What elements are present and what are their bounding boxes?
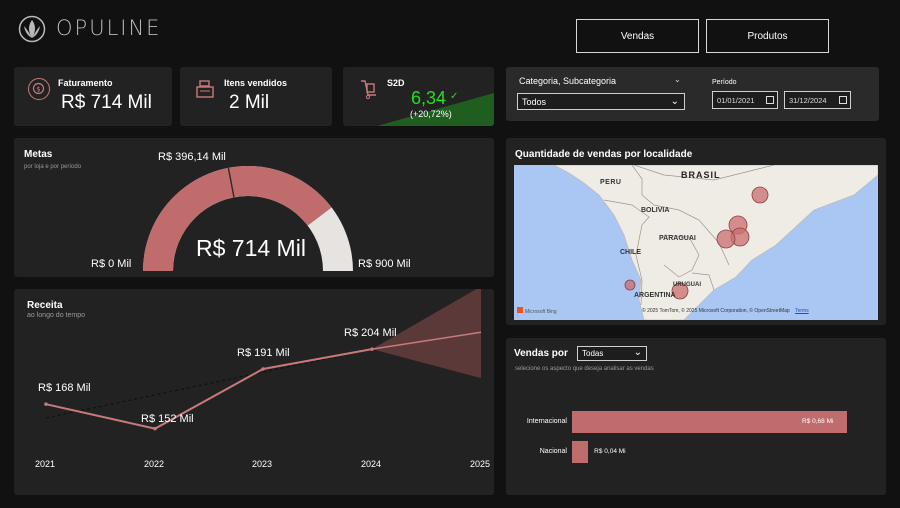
itens-vendidos-card: Itens vendidos 2 Mil	[180, 67, 332, 126]
s2d-title: S2D	[387, 78, 405, 88]
money-icon: $	[28, 78, 50, 100]
s2d-value: 6,34	[411, 88, 447, 108]
bar-value-label: R$ 0,04 Mi	[594, 448, 626, 455]
mapa-card: Quantidade de vendas por localidade PERU…	[506, 138, 886, 325]
x-tick-label: 2021	[35, 459, 56, 469]
vendas-por-title: Vendas por	[514, 348, 568, 359]
calendar-icon[interactable]	[839, 96, 847, 104]
receita-point[interactable]	[44, 402, 48, 406]
map-label-argentina: ARGENTINA	[634, 292, 676, 299]
metas-max-label: R$ 900 Mil	[358, 258, 411, 270]
bar-value-label: R$ 0,68 Mi	[802, 418, 834, 425]
svg-text:$: $	[36, 86, 40, 94]
map-label-bolivia: BOLIVIA	[641, 207, 670, 214]
hand-truck-icon	[357, 78, 379, 100]
receita-point[interactable]	[153, 426, 157, 431]
trend-line	[45, 348, 373, 419]
itens-value: 2 Mil	[229, 92, 270, 113]
vendas-por-bar[interactable]	[572, 441, 589, 463]
metas-min-label: R$ 0 Mil	[91, 258, 132, 270]
chevron-down-icon: ⌄	[670, 96, 679, 107]
map-bubble[interactable]	[751, 186, 769, 204]
map-bubble[interactable]	[716, 229, 736, 249]
x-tick-label: 2025	[470, 459, 491, 469]
cash-register-icon	[194, 78, 216, 100]
categoria-dropdown-value: Todos	[522, 96, 547, 107]
itens-title: Itens vendidos	[224, 78, 288, 88]
date-end-input[interactable]: 31/12/2024	[784, 91, 851, 109]
faturamento-card: $ Faturamento R$ 714 Mil	[14, 67, 172, 126]
metas-center-value: R$ 714 Mil	[196, 235, 306, 261]
bing-logo: Microsoft Bing	[517, 307, 557, 315]
filters-panel: Categoria, Subcategoria ⌄ Todos ⌄ Períod…	[506, 67, 879, 121]
x-tick-label: 2022	[144, 459, 165, 469]
vendas-por-card: Vendas por Todas ⌄ selecione os aspecto …	[506, 338, 886, 495]
produtos-nav-button[interactable]: Produtos	[706, 19, 829, 53]
mapa-title: Quantidade de vendas por localidade	[515, 149, 693, 160]
brand-logo: OPULINE	[18, 14, 168, 46]
x-tick-label: 2024	[361, 459, 382, 469]
vendas-por-subtitle: selecione os aspecto que deseja analisar…	[515, 366, 654, 372]
calendar-icon[interactable]	[766, 96, 774, 104]
metas-target-label: R$ 396,14 Mil	[158, 151, 226, 163]
receita-data-label: R$ 152 Mil	[141, 412, 194, 425]
bar-category-label: Nacional	[539, 448, 567, 455]
south-america-map	[553, 165, 878, 320]
map-attribution: © 2025 TomTom, © 2025 Microsoft Corporat…	[642, 308, 809, 314]
vendas-por-dropdown[interactable]: Todas ⌄	[577, 346, 647, 361]
lotus-icon	[18, 15, 46, 43]
date-start-input[interactable]: 01/01/2021	[712, 91, 778, 109]
faturamento-title: Faturamento	[58, 78, 113, 88]
receita-data-label: R$ 168 Mil	[38, 382, 91, 395]
brand-name: OPULINE	[56, 16, 162, 40]
attribution-text: © 2025 TomTom, © 2025 Microsoft Corporat…	[642, 308, 790, 314]
receita-data-label: R$ 204 Mil	[344, 327, 397, 340]
x-tick-label: 2023	[252, 459, 273, 469]
vendas-por-dropdown-value: Todas	[582, 349, 604, 358]
date-end-value: 31/12/2024	[789, 95, 827, 105]
map-label-peru: PERU	[600, 179, 622, 186]
receita-card: Receita ao longo do tempo R$ 168 Mil R$ 1…	[14, 289, 494, 495]
map-label-brasil: BRASIL	[681, 170, 721, 180]
map-bubble[interactable]	[624, 279, 636, 291]
categoria-label: Categoria, Subcategoria	[519, 76, 617, 86]
bing-label: Microsoft Bing	[525, 309, 557, 315]
categoria-dropdown[interactable]: Todos ⌄	[517, 93, 685, 110]
map-label-paraguai: PARAGUAI	[659, 235, 696, 242]
terms-link[interactable]: Terms	[795, 308, 809, 314]
map-view[interactable]: PERU BRASIL BOLIVIA PARAGUAI CHILE URUGU…	[514, 165, 878, 320]
receita-point[interactable]	[370, 347, 374, 351]
chevron-down-icon[interactable]: ⌄	[674, 75, 681, 84]
bar-category-label: Internacional	[526, 418, 567, 425]
check-icon: ✓	[450, 91, 459, 102]
chevron-down-icon: ⌄	[633, 347, 642, 358]
metas-card: Metas por loja e por período R$ 714 Mil …	[14, 138, 494, 277]
faturamento-value: R$ 714 Mil	[61, 92, 152, 113]
vendas-nav-button[interactable]: Vendas	[576, 19, 699, 53]
periodo-label: Período	[712, 79, 737, 86]
map-label-chile: CHILE	[620, 249, 641, 256]
date-start-value: 01/01/2021	[717, 95, 755, 105]
map-label-uruguai: URUGUAI	[673, 282, 701, 288]
s2d-card: S2D 6,34 ✓ (+20,72%)	[343, 67, 494, 126]
receita-series-line	[45, 348, 373, 430]
s2d-delta: (+20,72%)	[410, 109, 452, 119]
receita-data-label: R$ 191 Mil	[237, 347, 290, 359]
receita-point[interactable]	[261, 367, 265, 371]
